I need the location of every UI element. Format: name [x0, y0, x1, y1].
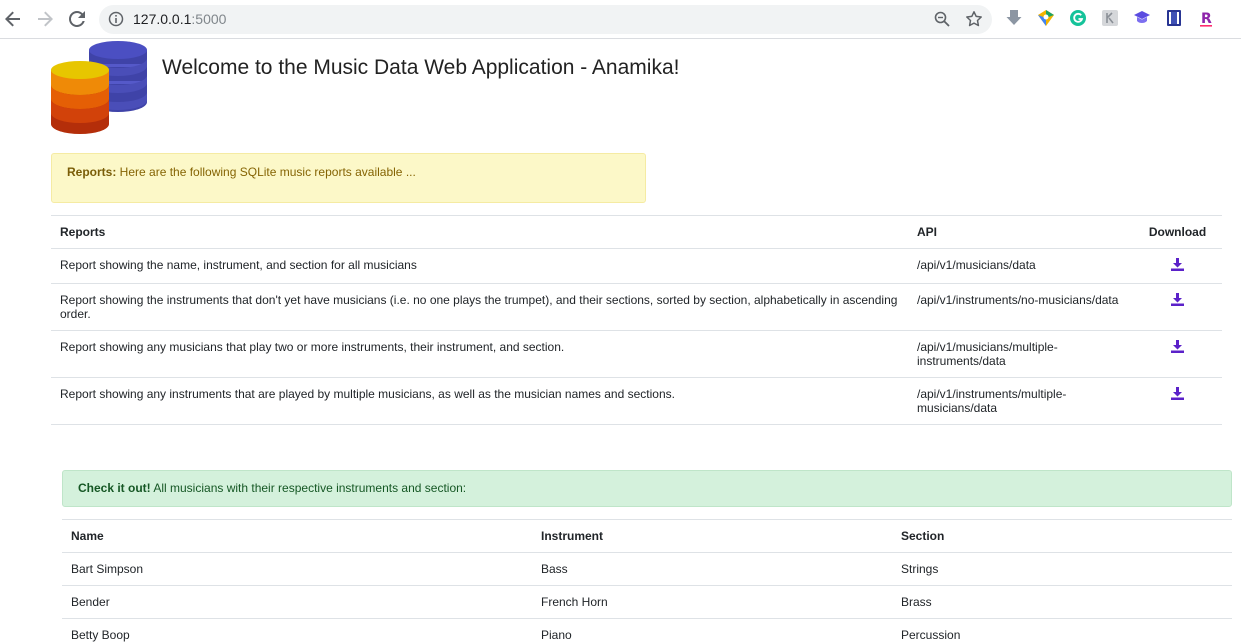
- grammarly-icon[interactable]: [1069, 9, 1087, 27]
- page-title: Welcome to the Music Data Web Applicatio…: [162, 56, 680, 79]
- header-download: Download: [1133, 215, 1222, 249]
- table-header-row: Reports API Download: [51, 215, 1222, 249]
- extension-gray-icon[interactable]: [1101, 9, 1119, 27]
- table-row: Report showing the name, instrument, and…: [51, 248, 1222, 284]
- back-arrow-icon: [5, 11, 20, 27]
- header-section: Section: [892, 519, 1232, 553]
- table-row: Report showing the instruments that don'…: [51, 283, 1222, 331]
- musician-name: Betty Boop: [62, 618, 532, 644]
- download-icon[interactable]: [1171, 340, 1184, 356]
- musician-name: Bart Simpson: [62, 552, 532, 586]
- download-cell: [1133, 248, 1222, 284]
- header-name: Name: [62, 519, 532, 553]
- reports-table: Reports API Download Report showing the …: [51, 215, 1222, 425]
- reports-alert: Reports: Here are the following SQLite m…: [51, 153, 646, 203]
- download-cell: [1133, 330, 1222, 378]
- musicians-alert: Check it out! All musicians with their r…: [62, 470, 1232, 507]
- r-extension-icon[interactable]: R: [1197, 9, 1215, 27]
- graduation-cap-icon[interactable]: [1133, 9, 1151, 27]
- musician-instrument: French Horn: [532, 585, 892, 619]
- table-row: Bart Simpson Bass Strings: [62, 552, 1232, 586]
- api-path: /api/v1/instruments/no-musicians/data: [908, 283, 1133, 331]
- musician-instrument: Bass: [532, 552, 892, 586]
- report-description: Report showing the name, instrument, and…: [51, 248, 908, 284]
- url-host: 127.0.0.1: [133, 11, 192, 27]
- table-row: Betty Boop Piano Percussion: [62, 618, 1232, 644]
- bookmark-star-icon[interactable]: [965, 10, 983, 33]
- download-extension-icon[interactable]: [1005, 9, 1023, 27]
- musicians-alert-text: All musicians with their respective inst…: [150, 481, 467, 495]
- header-instrument: Instrument: [532, 519, 892, 553]
- address-bar[interactable]: 127.0.0.1:5000: [99, 5, 992, 34]
- report-description: Report showing any instruments that are …: [51, 377, 908, 425]
- reports-alert-text: Here are the following SQLite music repo…: [116, 165, 416, 179]
- url-text[interactable]: 127.0.0.1:5000: [133, 11, 226, 28]
- header-api: API: [908, 215, 1133, 249]
- table-row: Bender French Horn Brass: [62, 585, 1232, 619]
- musician-section: Percussion: [892, 618, 1232, 644]
- musician-section: Brass: [892, 585, 1232, 619]
- download-cell: [1133, 283, 1222, 331]
- drive-extension-icon[interactable]: [1037, 9, 1055, 27]
- api-path: /api/v1/instruments/multiple-musicians/d…: [908, 377, 1133, 425]
- musicians-table: Name Instrument Section Bart Simpson Bas…: [62, 519, 1232, 644]
- forward-button[interactable]: [33, 8, 57, 30]
- api-path: /api/v1/musicians/multiple-instruments/d…: [908, 330, 1133, 378]
- report-description: Report showing the instruments that don'…: [51, 283, 908, 331]
- api-path: /api/v1/musicians/data: [908, 248, 1133, 284]
- svg-text:R: R: [1201, 11, 1212, 27]
- browser-toolbar: 127.0.0.1:5000 R: [0, 0, 1241, 39]
- table-row: Report showing any musicians that play t…: [51, 330, 1222, 378]
- download-icon[interactable]: [1171, 293, 1184, 309]
- back-button[interactable]: [1, 8, 25, 30]
- musician-instrument: Piano: [532, 618, 892, 644]
- table-header-row: Name Instrument Section: [62, 519, 1232, 553]
- musician-section: Strings: [892, 552, 1232, 586]
- zoom-icon[interactable]: [934, 11, 950, 32]
- report-description: Report showing any musicians that play t…: [51, 330, 908, 378]
- download-icon[interactable]: [1171, 258, 1184, 274]
- musicians-alert-strong: Check it out!: [78, 481, 151, 495]
- reports-alert-strong: Reports:: [67, 165, 117, 179]
- site-info-icon[interactable]: [108, 11, 124, 32]
- reload-icon: [69, 11, 85, 27]
- download-icon[interactable]: [1171, 387, 1184, 403]
- header-reports: Reports: [51, 215, 908, 249]
- table-row: Report showing any instruments that are …: [51, 377, 1222, 425]
- musician-name: Bender: [62, 585, 532, 619]
- reload-button[interactable]: [65, 8, 89, 30]
- database-logo-icon: [48, 40, 150, 136]
- reader-extension-icon[interactable]: [1165, 9, 1183, 27]
- forward-arrow-icon: [38, 11, 53, 27]
- download-cell: [1133, 377, 1222, 425]
- url-port: :5000: [191, 11, 227, 27]
